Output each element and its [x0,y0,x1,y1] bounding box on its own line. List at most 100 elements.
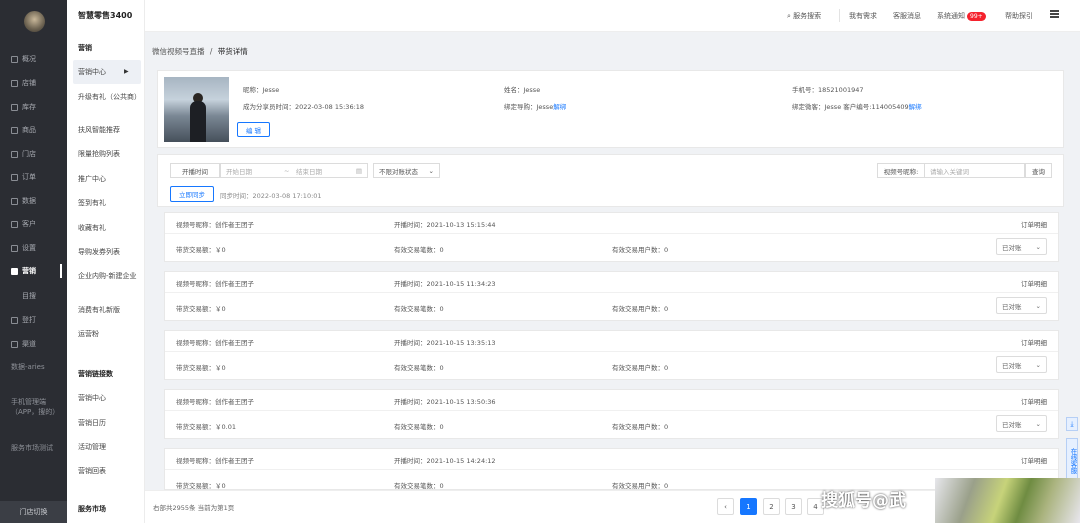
my-needs-link[interactable]: 我有需求 [849,11,877,21]
start-date-placeholder: 开始日期 [226,167,252,176]
marketing-icon [11,267,18,275]
unbind-guide-link[interactable]: 解绑 [553,103,566,111]
system-notice-link[interactable]: 系统通知 99+ [937,11,986,21]
card-gmv: 带货交易额：￥0 [176,246,226,254]
subnav-smart-recommend[interactable]: 扶风智能推荐 [78,125,140,135]
subnav-section-market: 服务市场 [78,505,106,513]
profile-nick: 昵称：Jesse [243,86,280,94]
nav-data-aries[interactable]: 数据-aries [0,362,67,372]
nav-data[interactable]: 数据 [0,194,67,208]
subnav-upgrade-gift[interactable]: 升级有礼（公共商） [78,92,141,102]
subnav-favorite-gift[interactable]: 收藏有礼 [78,223,140,233]
nav-channels[interactable]: 渠道 [0,337,67,351]
card-live-time: 开播时间：2021-10-15 14:24:12 [394,457,496,465]
order-detail-link[interactable]: 订单明细 [1021,337,1047,347]
reconcile-status-select[interactable]: 不限对账状态 ⌄ [373,163,440,178]
card-channel: 视频号昵称：创作者王团子 [176,339,254,347]
notice-badge: 99+ [967,12,986,21]
nav-search[interactable]: 目搜 [0,289,67,303]
order-detail-link[interactable]: 订单明细 [1021,278,1047,288]
customer-message-link[interactable]: 客服消息 [893,11,921,21]
subnav-flash-sale[interactable]: 限量抢购列表 [78,149,140,159]
search-button[interactable]: 查询 [1025,163,1052,178]
profile-photo [164,77,229,142]
card-gmv: 带货交易额：￥0 [176,482,226,490]
page-button[interactable]: 1 [740,498,757,515]
nav-orders[interactable]: 订单 [0,170,67,184]
subnav-calendar[interactable]: 营销日历 [78,418,140,428]
online-service-button[interactable]: 在线客服 [1066,438,1078,480]
shop-icon [11,79,18,87]
nav-stores[interactable]: 门店 [0,147,67,161]
nav-print[interactable]: 登打 [0,313,67,327]
nav-goods[interactable]: 商品 [0,123,67,137]
card-channel: 视频号昵称：创作者王团子 [176,280,254,288]
subnav-promotion[interactable]: 推广中心 [78,174,140,184]
profile-wx: 绑定微客：Jesse 客户编号:114005409解绑 [792,103,922,111]
download-icon[interactable]: ⤓ [1066,417,1078,431]
live-card: 视频号昵称：创作者王团子 开播时间：2021-10-13 15:15:44 订单明细… [164,212,1059,262]
user-avatar[interactable] [24,11,45,32]
subnav-checkin[interactable]: 签到有礼 [78,198,140,208]
order-detail-link[interactable]: 订单明细 [1021,396,1047,406]
live-card: 视频号昵称：创作者王团子 开播时间：2021-10-15 11:34:23 订单明细… [164,271,1059,321]
card-users: 有效交易用户数：0 [612,364,669,372]
chevron-down-icon: ⌄ [428,166,434,175]
store-switch-button[interactable]: 门店切换 [0,501,67,523]
order-detail-link[interactable]: 订单明细 [1021,219,1047,229]
customer-icon [11,220,18,228]
live-card: 视频号昵称：创作者王团子 开播时间：2021-10-15 14:24:12 订单明细… [164,448,1059,490]
profile-guide: 绑定导购：Jesse解绑 [504,103,567,111]
card-live-time: 开播时间：2021-10-15 11:34:23 [394,280,496,288]
subnav-ops[interactable]: 运营粉 [78,329,140,339]
nav-market-test[interactable]: 服务市场测试 [0,443,67,453]
subnav-section-links: 营销链接数 [78,370,113,378]
sharer-profile-card: 昵称：Jesse 姓名：Jesse 手机号：18521001947 成为分享员时… [157,70,1064,148]
breadcrumb-parent[interactable]: 微信视频号直播 [152,47,205,56]
reconcile-status-dropdown[interactable]: 已对账 ⌄ [996,238,1047,255]
subnav-report[interactable]: 营销回表 [78,466,140,476]
goods-icon [11,126,18,134]
subnav-marketing-center[interactable]: 营销中心 [78,67,140,77]
date-range-picker[interactable]: 开始日期 ~ 结束日期 ▤ [220,163,368,178]
page-button[interactable]: 2 [763,498,780,515]
time-type-select[interactable]: 开播时间 [170,163,220,178]
order-icon [11,173,18,181]
store-icon [11,150,18,158]
prev-page-button[interactable]: ‹ [717,498,734,515]
subnav-consume-gift[interactable]: 消费有礼新版 [78,305,140,315]
nav-settings[interactable]: 设置 [0,241,67,255]
nav-customers[interactable]: 客户 [0,217,67,231]
reconcile-status-dropdown[interactable]: 已对账 ⌄ [996,415,1047,432]
left-nav: 概况 店铺 库存 商品 门店 订单 数据 客户 设置 营销 目搜 登打 渠道 数… [0,0,67,523]
card-count: 有效交易笔数：0 [394,482,444,490]
nav-marketing[interactable]: 营销 [0,264,67,278]
subnav-marketing-center-2[interactable]: 营销中心 [78,393,140,403]
calendar-icon: ▤ [355,166,362,175]
reconcile-status-dropdown[interactable]: 已对账 ⌄ [996,297,1047,314]
menu-icon[interactable] [1050,10,1059,18]
nav-stock[interactable]: 库存 [0,100,67,114]
subnav-coupon-list[interactable]: 导购发券列表 [78,247,140,257]
page-button[interactable]: 3 [785,498,802,515]
subnav-activity-manage[interactable]: 活动管理 [78,442,140,452]
card-channel: 视频号昵称：创作者王团子 [176,398,254,406]
nav-overview[interactable]: 概况 [0,52,67,66]
breadcrumb-current: 带货详情 [217,47,248,56]
sync-now-button[interactable]: 立即同步 [170,186,214,202]
keyword-input[interactable]: 请输入关键词 [924,163,1025,178]
reconcile-status-dropdown[interactable]: 已对账 ⌄ [996,356,1047,373]
subnav-internal-purchase[interactable]: 企业内购-新建企业 [78,271,140,281]
edit-button[interactable]: 编 辑 [237,122,270,137]
nav-shop[interactable]: 店铺 [0,76,67,90]
card-count: 有效交易笔数：0 [394,423,444,431]
order-detail-link[interactable]: 订单明细 [1021,455,1047,465]
nav-mobile-admin[interactable]: 手机管理端（APP，搜的） [0,397,67,417]
secondary-nav: 智慧零售3400 营销 营销中心 ▶ 升级有礼（公共商） 扶风智能推荐 限量抢购… [67,0,145,523]
card-gmv: 带货交易额：￥0 [176,364,226,372]
unbind-wx-link[interactable]: 解绑 [909,103,922,111]
card-users: 有效交易用户数：0 [612,246,669,254]
total-count: 右部共2955条 当前为第1页 [153,504,235,512]
help-link[interactable]: 帮助探引 [1005,11,1033,21]
service-search[interactable]: ⌕ 服务搜索 [787,11,821,21]
